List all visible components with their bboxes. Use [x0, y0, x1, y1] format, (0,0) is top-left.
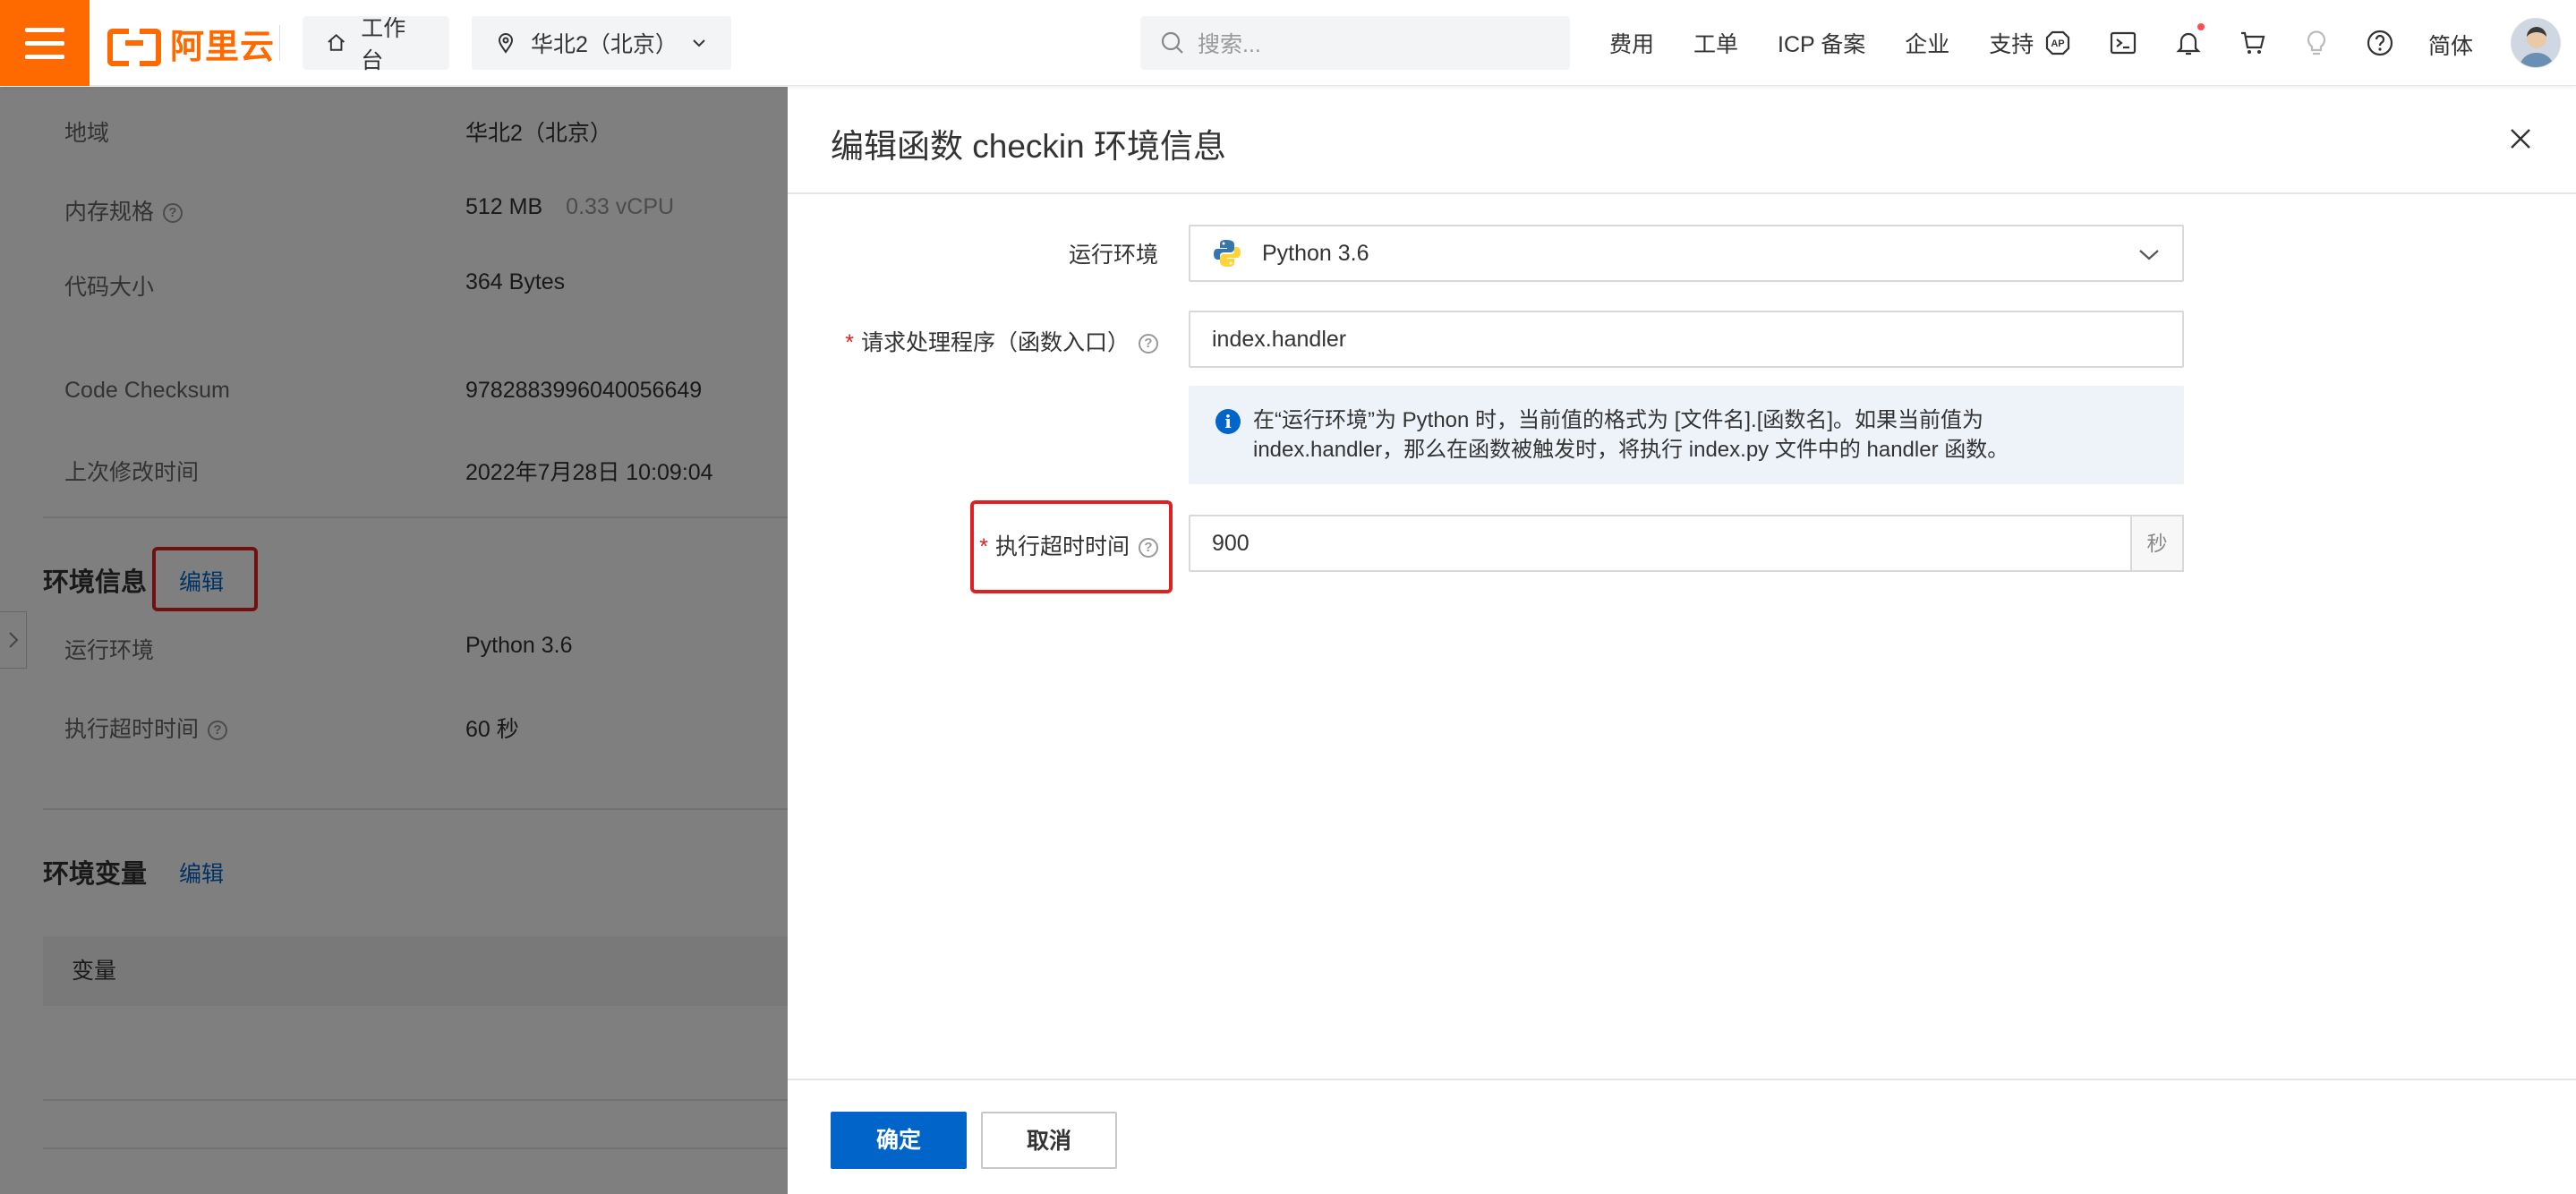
chevron-down-icon [2139, 250, 2159, 260]
aliyun-logo[interactable]: 阿里云 [107, 21, 275, 66]
workbench-label: 工作台 [361, 16, 406, 73]
modal-backdrop[interactable] [0, 87, 788, 1194]
nav-link-fees[interactable]: 费用 [1609, 27, 1654, 59]
edit-env-drawer: 编辑函数 checkin 环境信息 运行环境 Python 3.6 * 请求处理程… [788, 87, 2576, 1194]
drawer-title: 编辑函数 checkin 环境信息 [831, 128, 1227, 165]
close-icon[interactable] [2504, 123, 2537, 155]
timeout-unit: 秒 [2130, 515, 2184, 572]
nav-link-icp[interactable]: ICP 备案 [1778, 27, 1865, 59]
divider [279, 25, 280, 61]
location-pin-icon [498, 33, 514, 54]
nav-link-support[interactable]: 支持 [1989, 27, 2034, 59]
notice-line-2: index.handler，那么在函数被触发时，将执行 index.py 文件中… [1253, 438, 2009, 462]
api-icon[interactable]: AP [2042, 27, 2074, 59]
timeout-value: 900 [1212, 530, 1250, 556]
region-label: 华北2（北京） [531, 32, 678, 57]
avatar[interactable] [2511, 18, 2561, 68]
chevron-down-icon [693, 39, 705, 47]
top-navigation-bar: 阿里云 工作台 华北2（北京） 搜索... 费用 工单 ICP 备案 企业 支持… [0, 0, 2576, 86]
info-icon: i [1215, 409, 1241, 434]
logo-mark-icon [107, 25, 161, 66]
handler-notice: i 在“运行环境”为 Python 时，当前值的格式为 [文件名].[函数名]。… [1189, 386, 2184, 484]
confirm-button[interactable]: 确定 [831, 1112, 967, 1169]
workbench-button[interactable]: 工作台 [303, 16, 449, 73]
search-input[interactable]: 搜索... [1140, 16, 1570, 70]
help-icon[interactable] [2364, 27, 2396, 59]
handler-value: index.handler [1212, 326, 1347, 352]
handler-label-text: 请求处理程序（函数入口） [860, 330, 1130, 355]
notification-dot [2197, 23, 2205, 30]
search-icon [1161, 31, 1183, 54]
divider [788, 192, 2576, 194]
help-circle-icon[interactable]: ? [1139, 334, 1158, 354]
python-icon [1214, 240, 1241, 267]
highlight-box [970, 500, 1173, 593]
terminal-icon[interactable] [2107, 27, 2139, 59]
logo-text: 阿里云 [170, 28, 276, 66]
nav-link-tickets[interactable]: 工单 [1693, 27, 1738, 59]
bell-icon[interactable] [2172, 23, 2205, 59]
cart-icon[interactable] [2237, 27, 2269, 59]
search-placeholder: 搜索... [1198, 32, 1261, 57]
notice-line-1: 在“运行环境”为 Python 时，当前值的格式为 [文件名].[函数名]。如果… [1253, 408, 1984, 432]
timeout-input[interactable]: 900 [1189, 515, 2132, 572]
language-switch[interactable]: 简体 [2428, 29, 2473, 61]
region-selector[interactable]: 华北2（北京） [472, 16, 731, 70]
required-marker: * [845, 330, 854, 355]
handler-label: * 请求处理程序（函数入口）? [845, 325, 1158, 357]
home-icon [328, 33, 345, 51]
svg-text:AP: AP [2051, 38, 2064, 49]
nav-links: 费用 工单 ICP 备案 企业 支持 [1609, 0, 2073, 86]
lightbulb-icon[interactable] [2300, 27, 2333, 59]
nav-link-enterprise[interactable]: 企业 [1905, 27, 1949, 59]
cancel-button[interactable]: 取消 [981, 1112, 1117, 1169]
divider [788, 1079, 2576, 1080]
runtime-value: Python 3.6 [1262, 240, 1369, 266]
menu-icon[interactable] [0, 0, 90, 86]
handler-input[interactable]: index.handler [1189, 311, 2184, 368]
runtime-label: 运行环境 [1068, 243, 1158, 268]
runtime-select[interactable]: Python 3.6 [1189, 225, 2184, 282]
